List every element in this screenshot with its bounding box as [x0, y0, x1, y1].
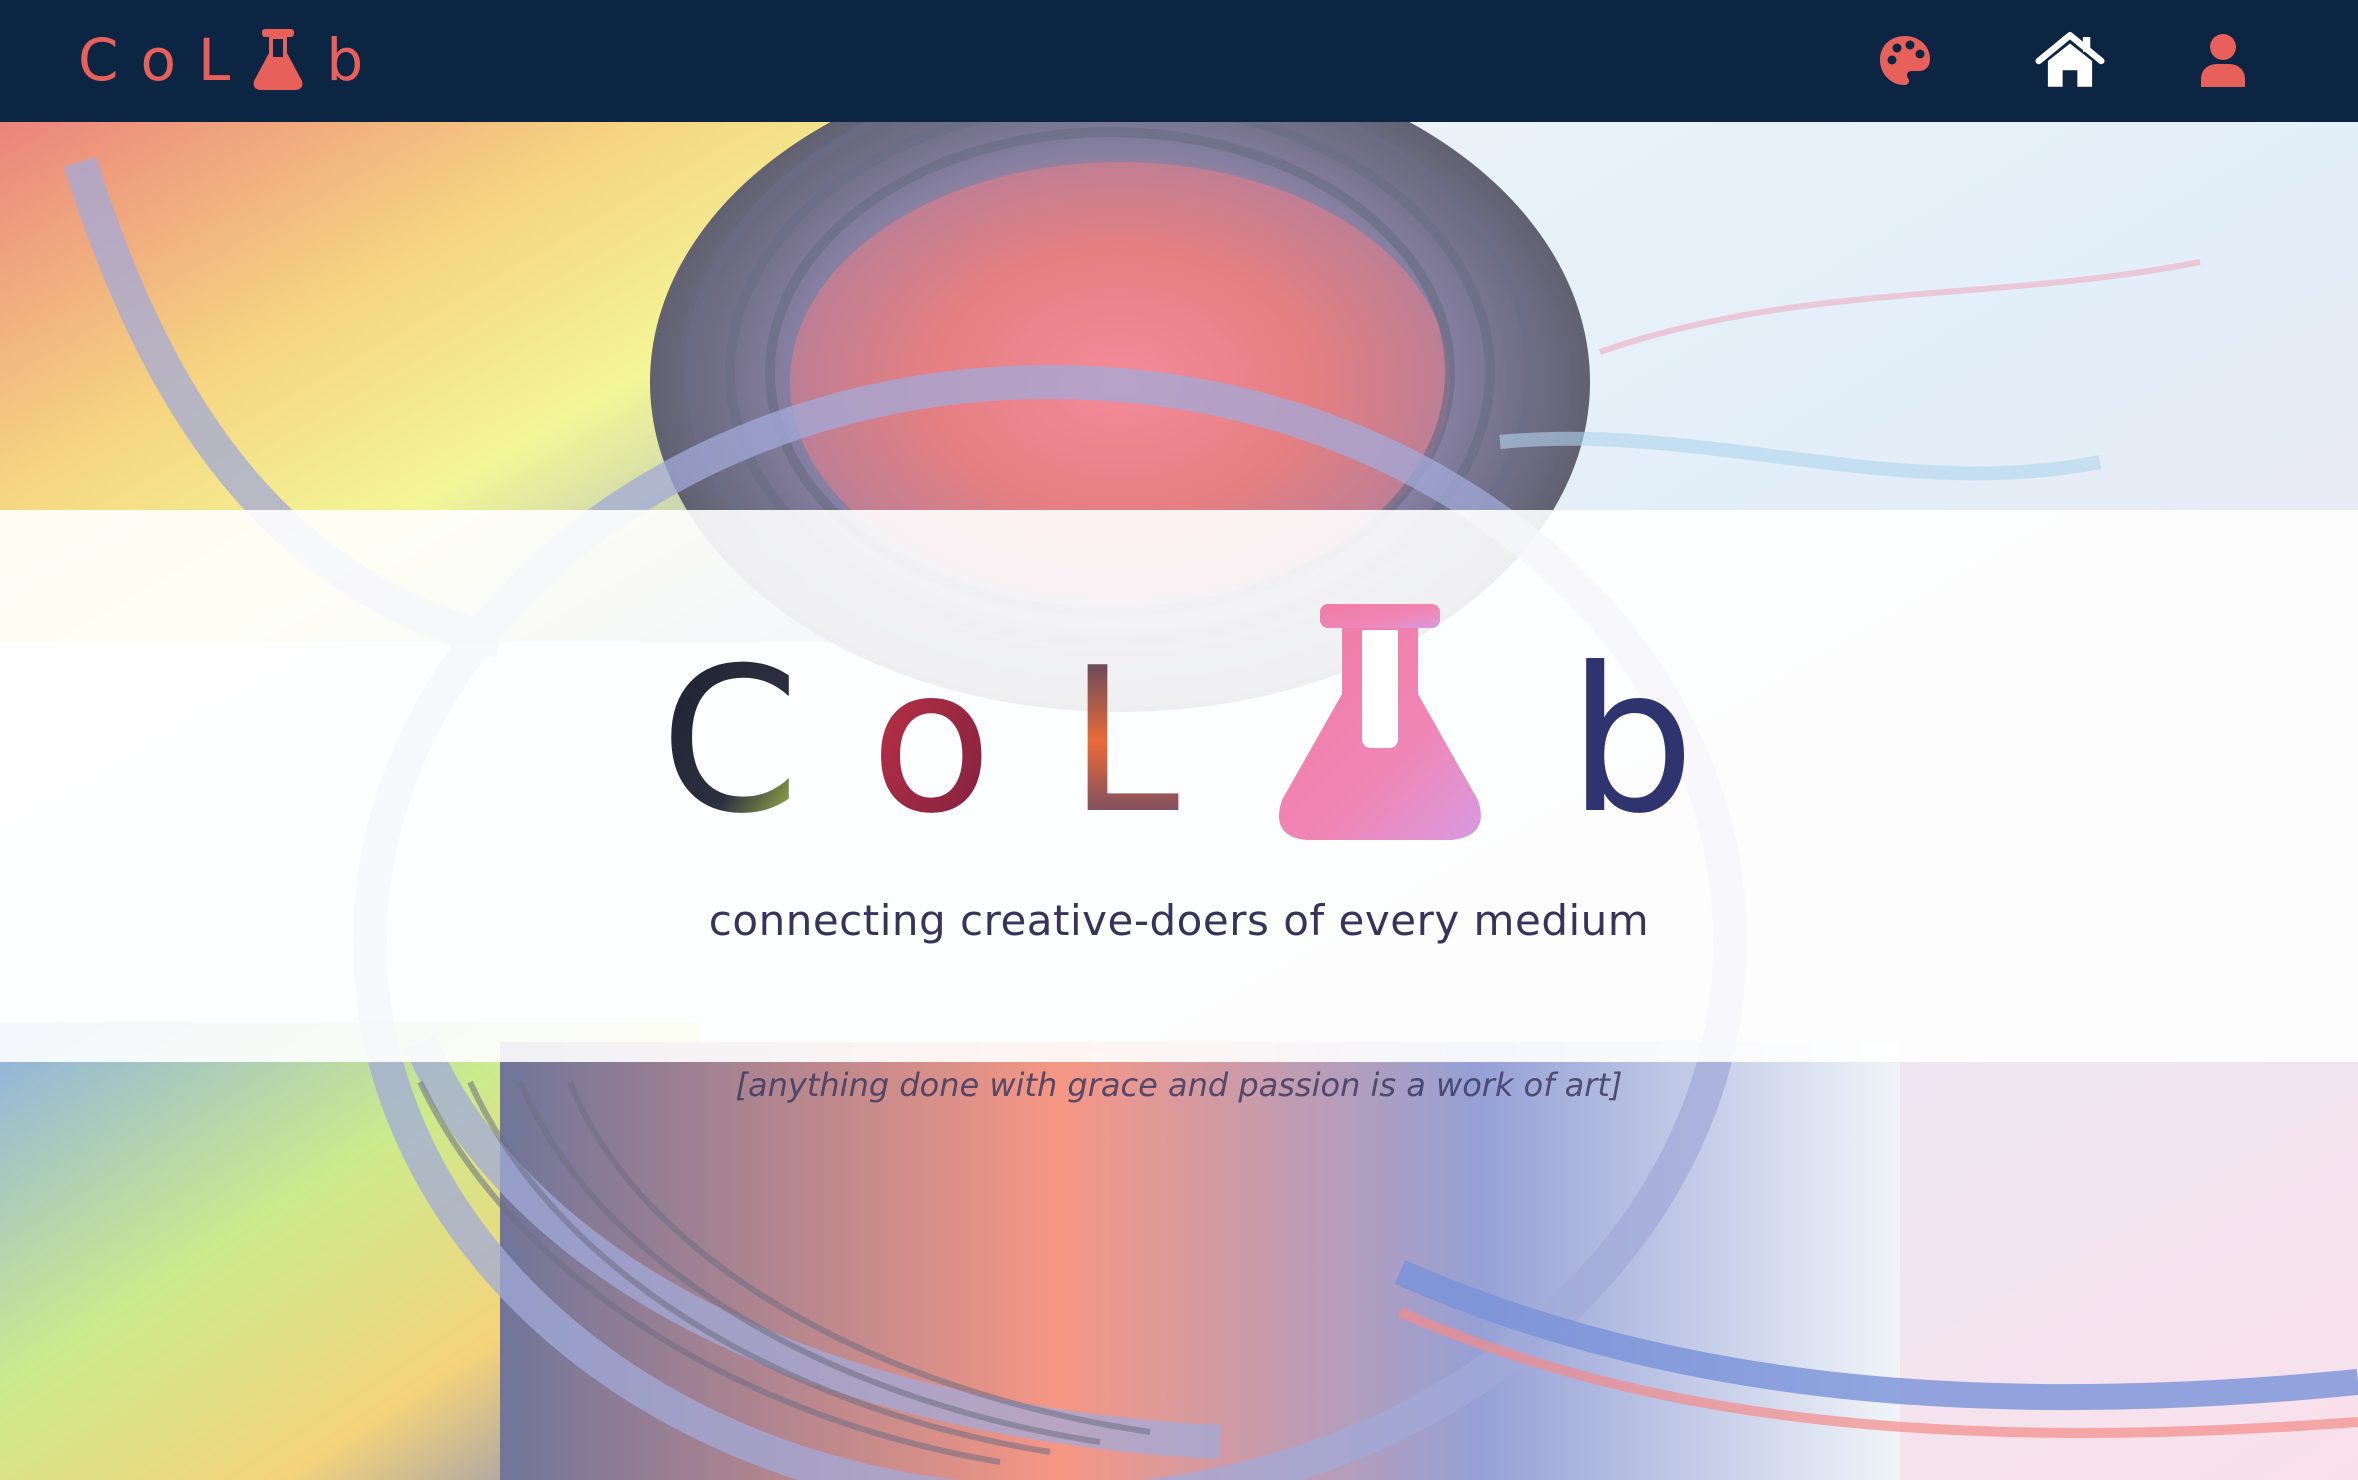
- brand-letter-c: C: [78, 26, 119, 94]
- user-icon: [2201, 34, 2245, 87]
- flask-icon: [253, 29, 303, 90]
- hero-tagline: connecting creative-doers of every mediu…: [708, 896, 1650, 945]
- palette-button[interactable]: [1870, 26, 1940, 96]
- brand-letter-o: o: [140, 26, 177, 94]
- home-button[interactable]: [2035, 26, 2105, 96]
- brand-logo[interactable]: C o L b: [78, 24, 385, 96]
- user-button[interactable]: [2188, 26, 2258, 96]
- top-navbar: C o L b: [0, 0, 2358, 122]
- hero-quote: [anything done with grace and passion is…: [735, 1066, 1623, 1104]
- home-icon: [2035, 31, 2105, 87]
- brand-letter-b: b: [326, 26, 364, 94]
- brand-letter-l: L: [198, 26, 231, 94]
- hero-section: [0, 122, 2358, 1480]
- hero-title-band: [0, 510, 2358, 1062]
- palette-icon: [1880, 36, 1930, 85]
